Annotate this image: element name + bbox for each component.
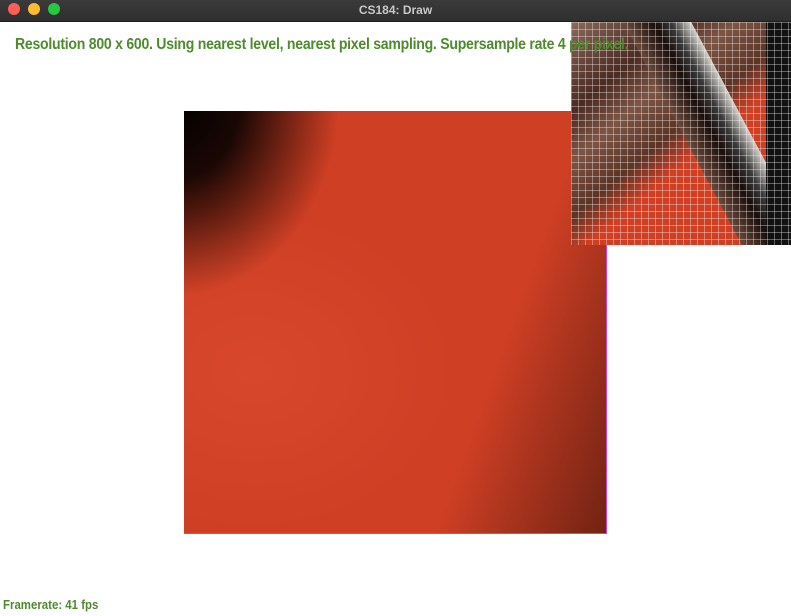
pixel-inspector-zoom	[571, 22, 791, 245]
draw-canvas[interactable]: Resolution 800 x 600. Using nearest leve…	[0, 22, 791, 616]
framerate-text: Framerate: 41 fps	[3, 597, 99, 612]
pixel-grid	[571, 22, 791, 245]
window-title: CS184: Draw	[358, 3, 433, 17]
rendered-texture-image	[184, 111, 607, 534]
window-titlebar: CS184: Draw	[0, 0, 791, 22]
status-text: Resolution 800 x 600. Using nearest leve…	[15, 36, 629, 53]
texture-shading	[184, 111, 606, 533]
